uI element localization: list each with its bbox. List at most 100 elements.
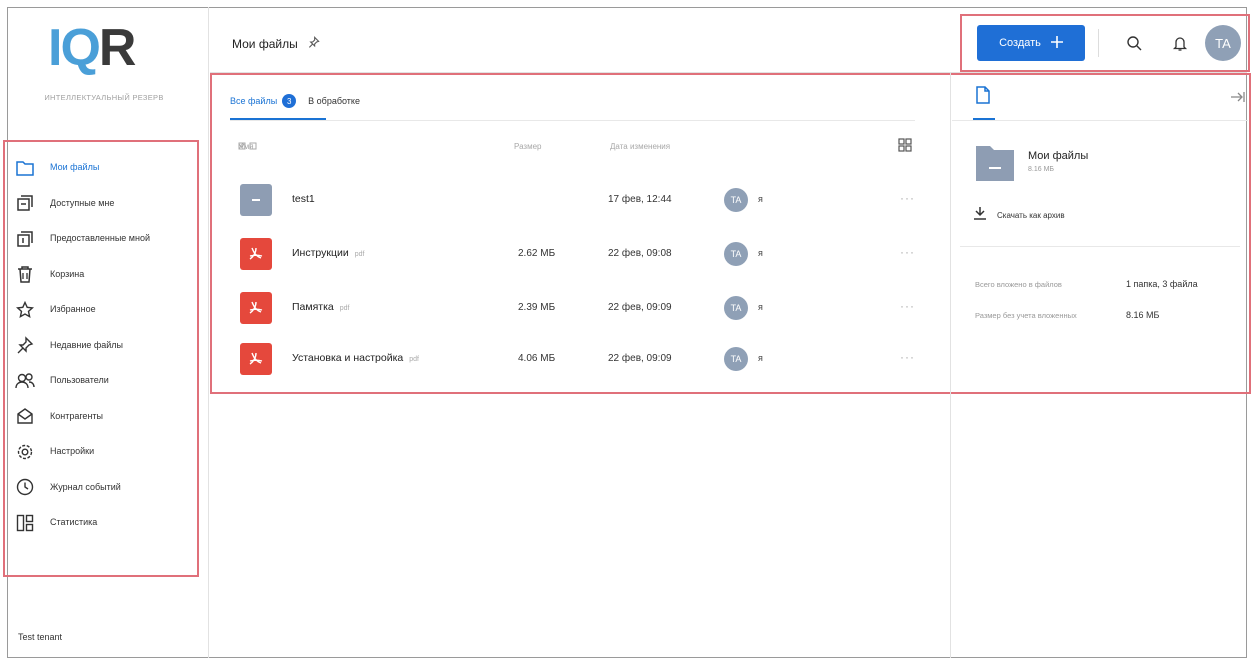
folder-icon — [975, 143, 1015, 188]
page-title: Мои файлы — [232, 36, 320, 51]
users-icon — [14, 370, 36, 392]
tabs-divider — [230, 120, 915, 121]
sidebar-item-label: Мои файлы — [50, 162, 100, 173]
folder-icon — [240, 184, 272, 216]
search-icon[interactable] — [1122, 31, 1146, 55]
grid-view-icon[interactable] — [898, 138, 912, 157]
tab-label: Все файлы — [230, 96, 278, 106]
star-icon — [14, 299, 36, 321]
file-name: test1 — [292, 193, 315, 205]
sidebar-item-label: Настройки — [50, 446, 95, 457]
sidebar-item-statistics[interactable]: Статистика — [10, 505, 196, 541]
file-date: 22 фев, 09:09 — [608, 353, 672, 364]
owner-avatar: TA — [724, 347, 748, 371]
sidebar-item-label: Корзина — [50, 268, 85, 279]
sidebar-item-recent[interactable]: Недавние файлы — [10, 328, 196, 364]
table-header: Имя Размер Дата изменения — [238, 142, 918, 156]
file-extension: pdf — [354, 251, 365, 258]
sidebar-item-shared-by-me[interactable]: Предоставленные мной — [10, 221, 196, 257]
details-divider — [960, 246, 1240, 247]
logo-part2: R — [98, 19, 137, 77]
download-archive-button[interactable]: Скачать как архив — [973, 206, 1065, 225]
sidebar-item-event-log[interactable]: Журнал событий — [10, 470, 196, 506]
owner-name: я — [758, 248, 763, 258]
download-archive-label: Скачать как архив — [997, 211, 1065, 220]
sidebar-item-label: Контрагенты — [50, 410, 104, 421]
sidebar-item-label: Статистика — [50, 517, 98, 528]
more-actions-button[interactable]: ··· — [900, 299, 915, 313]
contractors-icon — [14, 405, 36, 427]
download-icon — [973, 206, 987, 225]
owner-avatar: TA — [724, 188, 748, 212]
details-divider — [952, 120, 1248, 121]
file-extension: pdf — [339, 305, 350, 312]
clock-icon — [14, 476, 36, 498]
more-actions-button[interactable]: ··· — [900, 191, 915, 205]
user-avatar[interactable]: TA — [1205, 25, 1241, 61]
file-name-text: Установка и настройка — [292, 352, 404, 364]
bell-icon[interactable] — [1168, 31, 1192, 55]
tab-all-files[interactable]: Все файлы 3 — [230, 94, 297, 108]
header: Мои файлы Создать TA — [210, 7, 1250, 73]
sidebar-item-label: Недавние файлы — [50, 339, 124, 350]
sidebar-item-settings[interactable]: Настройки — [10, 434, 196, 470]
plus-icon — [1050, 35, 1063, 51]
column-date[interactable]: Дата изменения — [610, 142, 670, 151]
owner-avatar: TA — [724, 296, 748, 320]
logo-subtitle: ИНТЕЛЛЕКТУАЛЬНЫЙ РЕЗЕРВ — [44, 93, 164, 102]
collapse-panel-icon[interactable] — [1230, 90, 1246, 108]
create-button[interactable]: Создать — [977, 25, 1085, 61]
pin-icon — [14, 334, 36, 356]
sidebar-item-users[interactable]: Пользователи — [10, 363, 196, 399]
owner-avatar: TA — [724, 242, 748, 266]
pin-icon[interactable] — [308, 36, 320, 51]
sidebar-item-contractors[interactable]: Контрагенты — [10, 399, 196, 435]
table-row[interactable]: test1 17 фев, 12:44 TA я ··· — [230, 180, 920, 220]
file-size: 4.06 МБ — [518, 353, 556, 364]
sidebar-item-label: Журнал событий — [50, 481, 121, 492]
details-prop-value: 1 папка, 3 файла — [1126, 279, 1198, 289]
table-row[interactable]: Памятка pdf 2.39 МБ 22 фев, 09:09 TA я ··… — [230, 288, 920, 328]
stats-icon — [14, 512, 36, 534]
file-name: Инструкции pdf — [292, 247, 364, 259]
tabs: Все файлы 3 В обработке — [230, 94, 360, 108]
file-date: 22 фев, 09:08 — [608, 248, 672, 259]
sidebar-item-shared-with-me[interactable]: Доступные мне — [10, 186, 196, 222]
sidebar-item-my-files[interactable]: Мои файлы — [10, 150, 196, 186]
details-size: 8.16 МБ — [1028, 166, 1054, 173]
sidebar-item-label: Пользователи — [50, 375, 109, 386]
folder-icon — [14, 157, 36, 179]
sidebar-item-label: Доступные мне — [50, 197, 115, 208]
sidebar-item-trash[interactable]: Корзина — [10, 257, 196, 293]
document-icon[interactable] — [975, 86, 991, 109]
table-row[interactable]: Установка и настройка pdf 4.06 МБ 22 фев,… — [230, 339, 920, 379]
logo: IQ R — [48, 19, 137, 77]
sidebar-item-label: Избранное — [50, 304, 96, 315]
table-row[interactable]: Инструкции pdf 2.62 МБ 22 фев, 09:08 TA я… — [230, 234, 920, 274]
details-prop-value: 8.16 МБ — [1126, 310, 1160, 320]
file-date: 17 фев, 12:44 — [608, 194, 672, 205]
file-name-text: Памятка — [292, 301, 334, 313]
create-button-label: Создать — [999, 37, 1041, 49]
sidebar-item-favorites[interactable]: Избранное — [10, 292, 196, 328]
sidebar-nav: Мои файлы Доступные мне Предоставленные … — [10, 150, 196, 541]
more-actions-button[interactable]: ··· — [900, 245, 915, 259]
more-actions-button[interactable]: ··· — [900, 350, 915, 364]
gear-icon — [14, 441, 36, 463]
owner-name: я — [758, 353, 763, 363]
tab-processing[interactable]: В обработке — [308, 96, 360, 106]
file-extension: pdf — [409, 356, 419, 363]
logo-part1: IQ — [48, 19, 101, 77]
details-name: Мои файлы — [1028, 150, 1089, 162]
column-filter-icon[interactable] — [238, 142, 258, 153]
file-date: 22 фев, 09:09 — [608, 302, 672, 313]
tab-count-badge: 3 — [282, 94, 297, 108]
pdf-icon — [240, 343, 272, 375]
column-size[interactable]: Размер — [514, 142, 542, 151]
details-panel-divider — [950, 73, 951, 658]
file-name-text: test1 — [292, 193, 315, 205]
header-divider — [1098, 29, 1099, 57]
file-name-text: Инструкции — [292, 247, 349, 259]
owner-name: я — [758, 302, 763, 312]
shared-inbox-icon — [14, 192, 36, 214]
